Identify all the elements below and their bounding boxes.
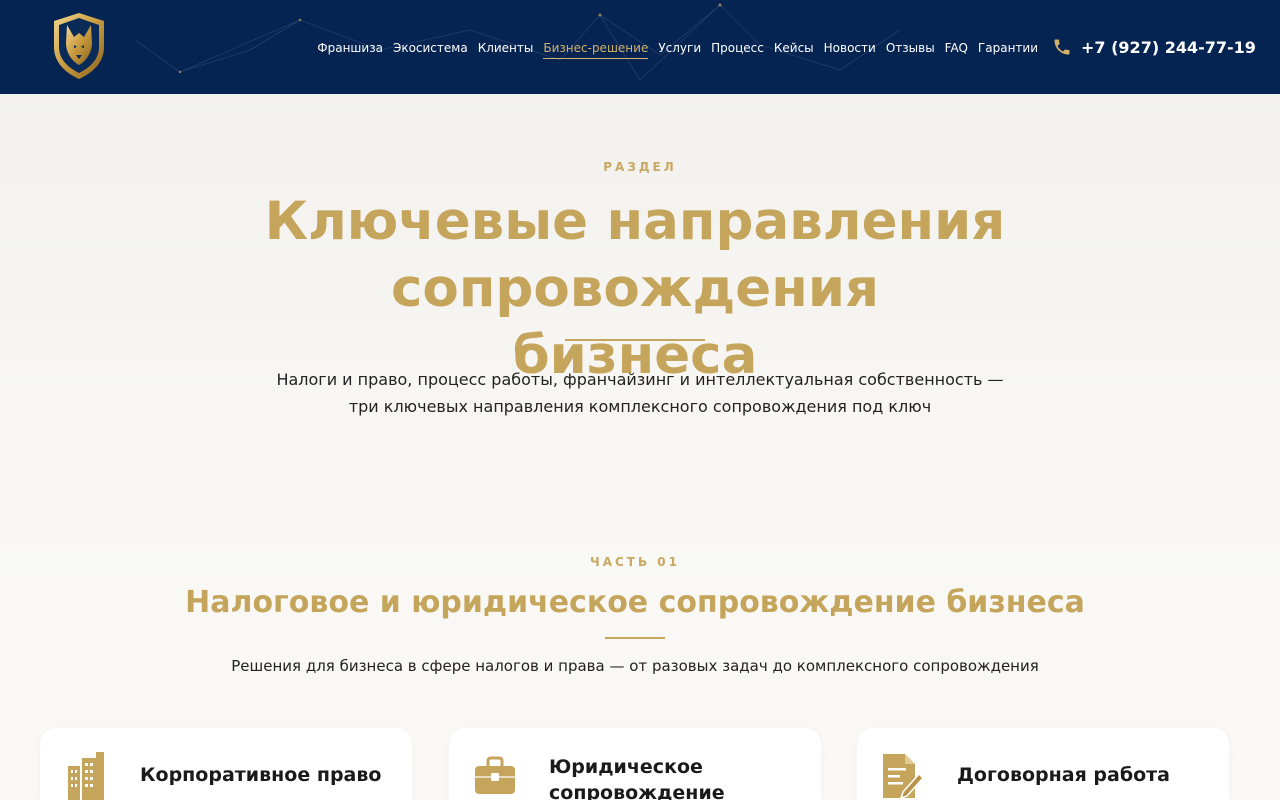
phone-icon: [1054, 39, 1070, 55]
document-signature-icon: [883, 754, 925, 800]
section-subtitle: Решения для бизнеса в сфере налогов и пр…: [231, 657, 1039, 675]
card-title: Юридическое сопровождение: [549, 754, 725, 800]
hero-subtitle: Налоги и право, процесс работы, франчайз…: [140, 366, 1140, 420]
card-title-line2: сопровождение: [549, 782, 725, 800]
card-title: Корпоративное право: [140, 764, 382, 786]
nav-item-ecosystem[interactable]: Экосистема: [393, 40, 468, 59]
section-title: Налоговое и юридическое сопровождение би…: [185, 585, 1085, 620]
main-nav: Франшиза Экосистема Клиенты Бизнес-решен…: [317, 40, 1038, 59]
service-card-corporate-law[interactable]: Корпоративное право: [40, 728, 412, 800]
nav-item-process[interactable]: Процесс: [711, 40, 764, 59]
hero-subtitle-line2: три ключевых направления комплексного со…: [348, 397, 932, 416]
nav-item-faq[interactable]: FAQ: [945, 40, 968, 59]
part-eyebrow: ЧАСТЬ 01: [590, 555, 680, 569]
card-title-line1: Юридическое: [549, 756, 703, 778]
page-title-line1: Ключевые направления сопровождения: [264, 191, 1006, 319]
nav-item-clients[interactable]: Клиенты: [478, 40, 534, 59]
hero-subtitle-line1: Налоги и право, процесс работы, франчайз…: [276, 370, 1004, 389]
nav-item-services[interactable]: Услуги: [658, 40, 701, 59]
nav-item-business-solution[interactable]: Бизнес-решение: [543, 40, 649, 59]
section-divider: [605, 637, 665, 639]
nav-item-news[interactable]: Новости: [824, 40, 876, 59]
card-title: Договорная работа: [957, 764, 1170, 786]
page-title: Ключевые направления сопровождения бизне…: [40, 188, 1230, 389]
briefcase-icon: [475, 756, 515, 794]
service-card-legal-support[interactable]: Юридическое сопровождение: [449, 728, 821, 800]
section-eyebrow: РАЗДЕЛ: [603, 160, 677, 174]
nav-item-reviews[interactable]: Отзывы: [886, 40, 935, 59]
nav-item-guarantees[interactable]: Гарантии: [978, 40, 1038, 59]
site-header: Франшиза Экосистема Клиенты Бизнес-решен…: [0, 0, 1280, 94]
nav-item-cases[interactable]: Кейсы: [774, 40, 814, 59]
service-card-contract-work[interactable]: Договорная работа: [857, 728, 1229, 800]
phone-link[interactable]: +7 (927) 244-77-19: [1052, 37, 1256, 57]
nav-item-franchise[interactable]: Франшиза: [317, 40, 383, 59]
building-icon: [68, 752, 104, 800]
phone-number: +7 (927) 244-77-19: [1081, 37, 1256, 57]
wolf-shield-logo[interactable]: [50, 11, 108, 81]
title-divider: [565, 339, 705, 341]
